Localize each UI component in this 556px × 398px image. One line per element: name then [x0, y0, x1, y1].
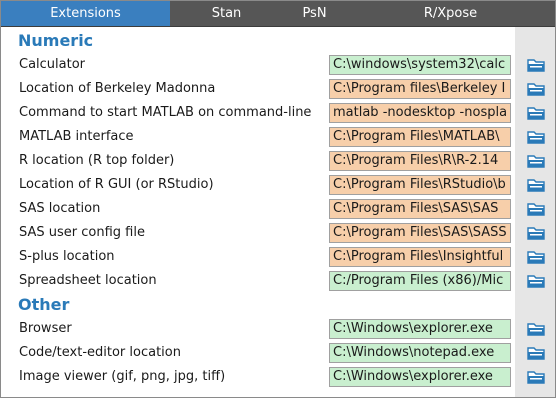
setting-label: Command to start MATLAB on command-line	[19, 105, 312, 120]
setting-row: Spreadsheet location C:/Program Files (x8…	[14, 269, 555, 293]
section-title-numeric: Numeric	[14, 29, 515, 53]
folder-open-icon[interactable]	[526, 80, 546, 98]
folder-open-icon[interactable]	[526, 224, 546, 242]
setting-label: R location (R top folder)	[19, 153, 175, 168]
tab-extensions[interactable]: Extensions	[1, 1, 170, 26]
section-title-other: Other	[14, 293, 515, 317]
tab-rxpose[interactable]: R/Xpose	[346, 1, 555, 26]
folder-open-icon[interactable]	[526, 248, 546, 266]
left-margin	[1, 27, 14, 397]
path-input[interactable]: matlab -nodesktop -nospla	[329, 103, 511, 123]
setting-row: SAS location C:\Program Files\SAS\SAS	[14, 197, 555, 221]
setting-row: MATLAB interface C:\Program Files\MATLAB\	[14, 125, 555, 149]
tab-psn[interactable]: PsN	[283, 1, 346, 26]
setting-row: S-plus location C:\Program Files\Insightf…	[14, 245, 555, 269]
setting-label: Browser	[19, 321, 72, 336]
path-input[interactable]: C:\Program Files\Insightful	[329, 247, 511, 267]
path-input[interactable]: C:\Windows\notepad.exe	[329, 343, 511, 363]
setting-label: Image viewer (gif, png, jpg, tiff)	[19, 369, 226, 384]
path-input[interactable]: C:\Windows\explorer.exe	[329, 319, 511, 339]
setting-row: Browser C:\Windows\explorer.exe	[14, 317, 555, 341]
path-input[interactable]: C:\Program Files\SAS\SASS	[329, 223, 511, 243]
folder-open-icon[interactable]	[526, 368, 546, 386]
folder-open-icon[interactable]	[526, 176, 546, 194]
setting-row: Location of R GUI (or RStudio) C:\Program…	[14, 173, 555, 197]
setting-row: Command to start MATLAB on command-line m…	[14, 101, 555, 125]
settings-window: Extensions Stan PsN R/Xpose Numeric Calcu…	[0, 0, 556, 398]
folder-open-icon[interactable]	[526, 200, 546, 218]
setting-label: SAS location	[19, 201, 101, 216]
path-input[interactable]: C:\Windows\explorer.exe	[329, 367, 511, 387]
path-input[interactable]: C:\Program Files\MATLAB\	[329, 127, 511, 147]
setting-label: MATLAB interface	[19, 129, 134, 144]
setting-row: Code/text-editor location C:\Windows\note…	[14, 341, 555, 365]
folder-open-icon[interactable]	[526, 56, 546, 74]
path-input[interactable]: C:\windows\system32\calc	[329, 55, 511, 75]
setting-label: SAS user config file	[19, 225, 145, 240]
folder-open-icon[interactable]	[526, 152, 546, 170]
setting-label: Location of R GUI (or RStudio)	[19, 177, 214, 192]
folder-open-icon[interactable]	[526, 104, 546, 122]
folder-open-icon[interactable]	[526, 344, 546, 362]
setting-label: Location of Berkeley Madonna	[19, 81, 216, 96]
folder-open-icon[interactable]	[526, 272, 546, 290]
tab-bar: Extensions Stan PsN R/Xpose	[1, 1, 555, 27]
setting-label: S-plus location	[19, 249, 115, 264]
path-input[interactable]: C:\Program Files\R\R-2.14	[329, 151, 511, 171]
setting-label: Calculator	[19, 57, 86, 72]
setting-label: Code/text-editor location	[19, 345, 181, 360]
setting-row: Calculator C:\windows\system32\calc	[14, 53, 555, 77]
setting-row: SAS user config file C:\Program Files\SAS…	[14, 221, 555, 245]
settings-content: Numeric Calculator C:\windows\system32\cal…	[1, 27, 555, 397]
tab-stan[interactable]: Stan	[170, 1, 283, 26]
path-input[interactable]: C:/Program Files (x86)/Mic	[329, 271, 511, 291]
setting-row: Location of Berkeley Madonna C:\Program f…	[14, 77, 555, 101]
setting-label: Spreadsheet location	[19, 273, 157, 288]
folder-open-icon[interactable]	[526, 128, 546, 146]
setting-row: R location (R top folder) C:\Program File…	[14, 149, 555, 173]
folder-open-icon[interactable]	[526, 320, 546, 338]
path-input[interactable]: C:\Program files\Berkeley I	[329, 79, 511, 99]
path-input[interactable]: C:\Program Files\SAS\SAS	[329, 199, 511, 219]
setting-row: Image viewer (gif, png, jpg, tiff) C:\Win…	[14, 365, 555, 389]
path-input[interactable]: C:\Program Files\RStudio\b	[329, 175, 511, 195]
